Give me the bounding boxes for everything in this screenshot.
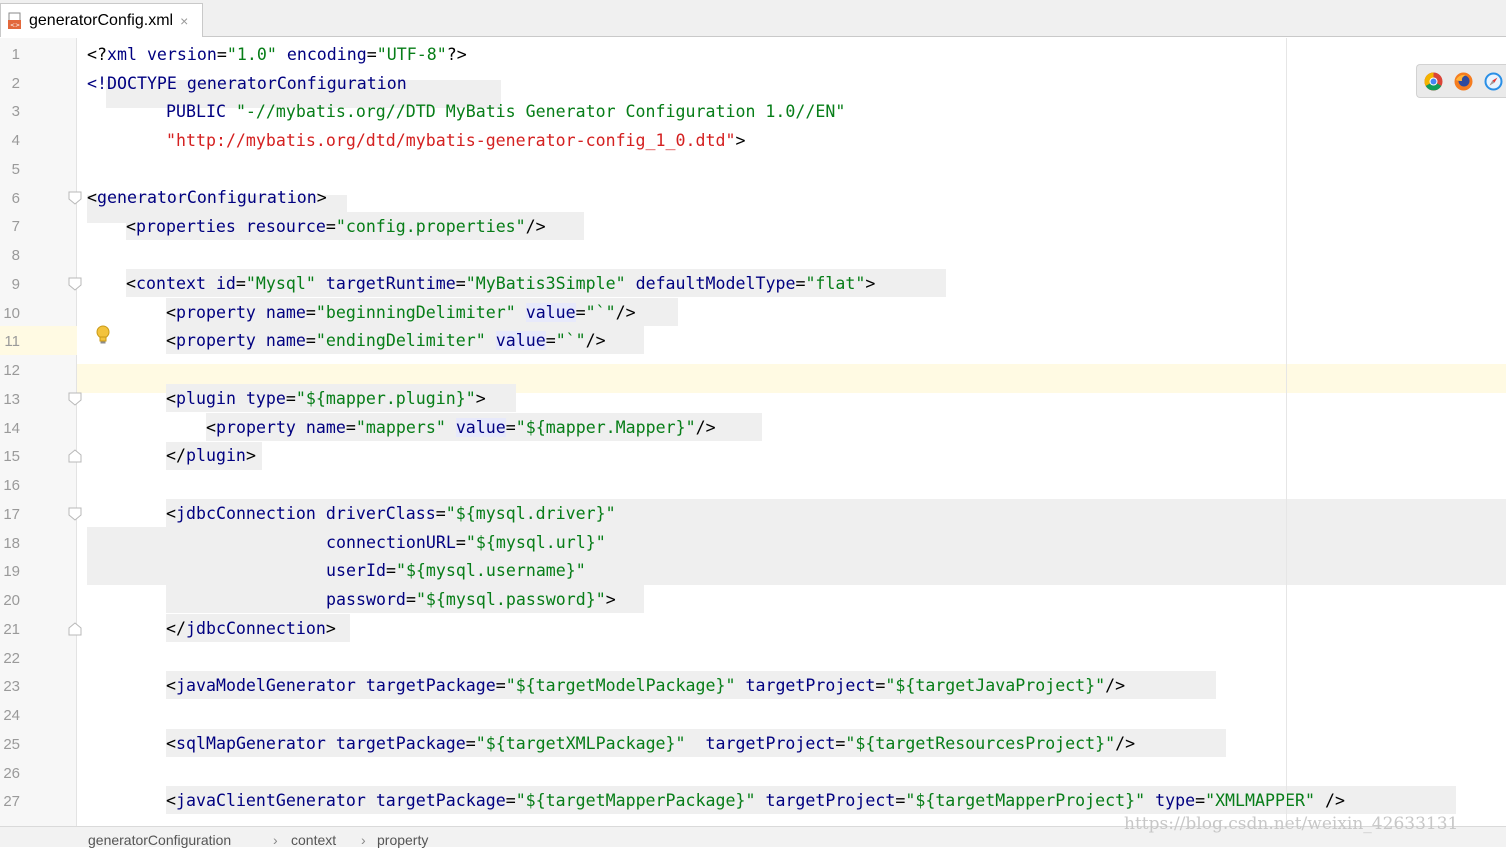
code-line-10: <property name="beginningDelimiter" valu… [166,303,636,322]
line-number: 17 [3,506,20,523]
breadcrumb-separator: › [361,832,366,848]
code-line-13: <plugin type="${mapper.plugin}"> [166,389,486,408]
close-icon[interactable]: × [180,13,188,29]
fold-open-icon[interactable] [68,392,82,406]
line-number: 10 [3,305,20,322]
fold-open-icon[interactable] [68,277,82,291]
code-line-21: </jdbcConnection> [166,619,336,638]
lightbulb-icon[interactable] [95,325,111,347]
line-number: 9 [11,276,20,293]
code-line-11: <property name="endingDelimiter" value="… [166,331,606,350]
safari-icon[interactable] [1484,72,1503,91]
breadcrumb-separator: › [273,832,278,848]
line-number: 25 [3,736,20,753]
tab-label: generatorConfig.xml [29,11,174,29]
code-line-4: "http://mybatis.org/dtd/mybatis-generato… [166,131,746,150]
line-number: 18 [3,535,20,552]
tab-generatorconfig-xml[interactable]: <> generatorConfig.xml × [0,3,203,37]
code-line-19: userId="${mysql.username}" [326,561,586,580]
line-number: 26 [3,765,20,782]
line-number: 21 [3,621,20,638]
line-number: 7 [11,218,20,235]
code-line-18: connectionURL="${mysql.url}" [326,533,606,552]
line-number: 20 [3,592,20,609]
line-number: 27 [3,793,20,810]
code-line-15: </plugin> [166,446,256,465]
tag-background [87,527,1506,585]
line-number: 19 [3,563,20,580]
line-number: 14 [3,420,20,437]
line-number: 15 [3,448,20,465]
line-number: 4 [11,132,20,149]
code-line-20: password="${mysql.password}"> [326,590,616,609]
code-line-1: <?xml version="1.0" encoding="UTF-8"?> [87,45,467,64]
breadcrumb-item-property[interactable]: property [377,832,428,848]
code-line-7: <properties resource="config.properties"… [126,217,546,236]
line-number: 3 [11,103,20,120]
line-number: 16 [3,477,20,494]
code-line-9: <context id="Mysql" targetRuntime="MyBat… [126,274,876,293]
code-line-25: <sqlMapGenerator targetPackage="${target… [166,734,1136,753]
line-number: 22 [3,650,20,667]
breadcrumb-item-generatorconfiguration[interactable]: generatorConfiguration [88,832,231,848]
browser-preview-toolbar [1416,64,1506,98]
line-number: 24 [3,707,20,724]
breadcrumb-item-context[interactable]: context [291,832,336,848]
svg-text:<>: <> [10,22,20,29]
code-line-27: <javaClientGenerator targetPackage="${ta… [166,791,1345,810]
chrome-icon[interactable] [1424,72,1443,91]
line-number: 5 [11,161,20,178]
fold-open-icon[interactable] [68,191,82,205]
code-line-17: <jdbcConnection driverClass="${mysql.dri… [166,504,616,523]
line-number: 13 [3,391,20,408]
line-number: 2 [11,75,20,92]
line-number: 23 [3,678,20,695]
line-number: 11 [4,333,20,350]
code-line-2: <!DOCTYPE generatorConfiguration [87,74,407,93]
code-line-6: <generatorConfiguration> [87,188,327,207]
code-line-3: PUBLIC "-//mybatis.org//DTD MyBatis Gene… [166,102,846,121]
fold-close-icon[interactable] [68,449,82,463]
editor-tab-bar: <> generatorConfig.xml × [0,0,1506,37]
code-editor[interactable]: <?xml version="1.0" encoding="UTF-8"?> <… [77,38,1506,826]
watermark-text: https://blog.csdn.net/weixin_42633131 [1124,814,1459,834]
line-number: 8 [11,247,20,264]
line-number: 1 [11,46,20,63]
line-number: 12 [3,362,20,379]
code-line-23: <javaModelGenerator targetPackage="${tar… [166,676,1126,695]
code-line-14: <property name="mappers" value="${mapper… [206,418,716,437]
fold-close-icon[interactable] [68,622,82,636]
xml-file-icon: <> [7,12,25,30]
fold-open-icon[interactable] [68,507,82,521]
right-margin-guide [1286,38,1287,826]
firefox-icon[interactable] [1454,72,1473,91]
line-number: 6 [11,190,20,207]
